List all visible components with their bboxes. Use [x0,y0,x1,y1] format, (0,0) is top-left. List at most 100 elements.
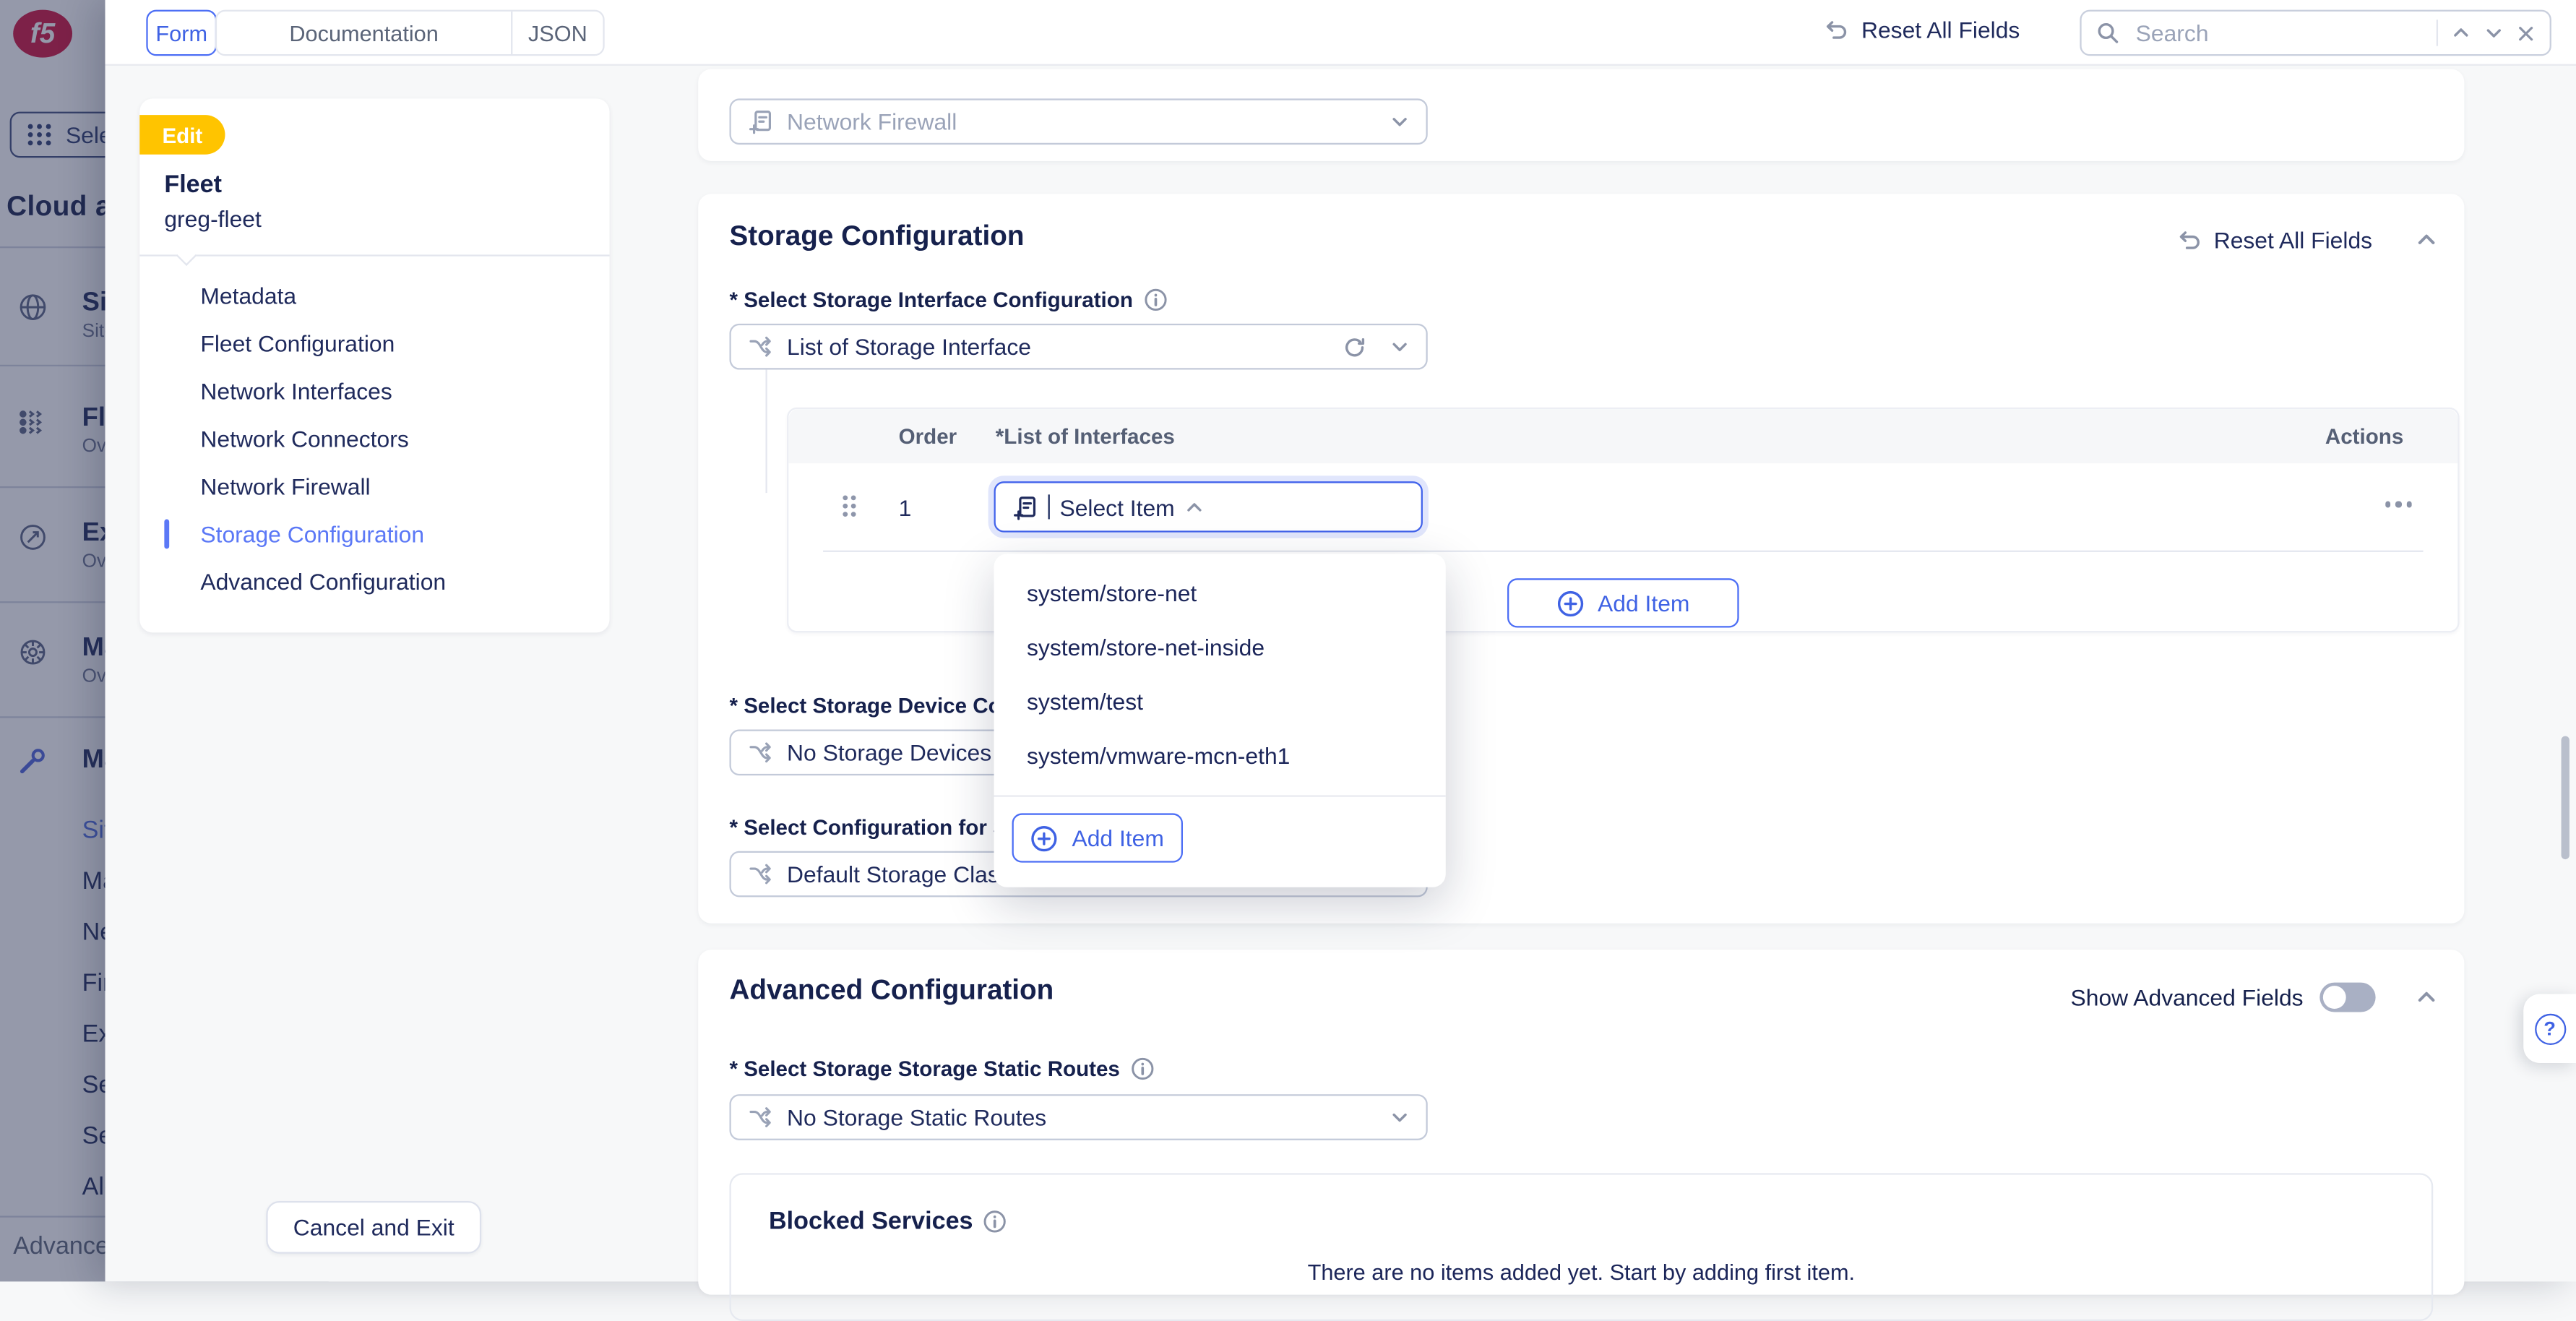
search-input[interactable] [2132,18,2423,48]
column-order: Order [899,424,957,449]
form-nav-advanced-configuration[interactable]: Advanced Configuration [200,569,446,595]
one-of-branch-icon [747,739,773,765]
table-header: Order *List of Interfaces Actions [788,409,2457,463]
interface-config-label-row: * Select Storage Interface Configuration [729,288,1167,312]
device-config-label: * Select Storage Device Con [729,693,1014,718]
active-item-bar [164,519,169,548]
menu-option[interactable]: system/store-net [994,565,1446,619]
interface-config-label: * Select Storage Interface Configuration [729,288,1132,312]
info-icon[interactable] [983,1209,1007,1234]
show-advanced-fields-toggle[interactable] [2319,983,2375,1012]
class-config-label: * Select Configuration for St [729,815,1014,840]
search-box [2080,10,2551,56]
divider [994,795,1446,796]
tab-group: Documentation JSON [215,10,605,56]
column-list-of-interfaces: *List of Interfaces [996,424,1175,449]
search-close-icon[interactable] [2517,24,2535,42]
form-nav-card: Edit Fleet greg-fleet Metadata Fleet Con… [139,98,609,632]
storage-reset-label: Reset All Fields [2214,227,2372,253]
blocked-services-panel: Blocked Services There are no items adde… [729,1173,2433,1321]
static-routes-select[interactable]: No Storage Static Routes [729,1094,1427,1140]
plus-circle-icon [1031,824,1059,852]
chevron-down-icon [1390,112,1409,132]
row-order-value: 1 [899,494,912,520]
menu-option[interactable]: system/store-net-inside [994,619,1446,674]
reset-all-fields-label: Reset All Fields [1861,17,2020,43]
one-of-branch-icon [747,334,773,360]
advanced-section-title: Advanced Configuration [729,974,1054,1007]
form-nav-network-connectors[interactable]: Network Connectors [200,426,408,452]
undo-icon [2176,227,2202,253]
divider [139,254,609,256]
blocked-services-title: Blocked Services [769,1208,973,1236]
interface-config-value: List of Storage Interface [787,334,1329,360]
advanced-configuration-card: Advanced Configuration Show Advanced Fie… [698,950,2464,1294]
form-nav-network-interfaces[interactable]: Network Interfaces [200,378,392,404]
chevron-up-icon [1184,497,1204,517]
menu-add-item-label: Add Item [1072,825,1163,851]
advanced-header-actions: Show Advanced Fields [2071,983,2438,1012]
help-fab[interactable]: ? [2523,994,2576,1063]
blocked-services-title-row: Blocked Services [769,1208,1007,1236]
divider [2437,20,2438,46]
network-firewall-select[interactable]: Network Firewall [729,98,1427,145]
refresh-icon[interactable] [1343,335,1367,359]
select-item-placeholder: Select Item [1059,494,1174,520]
form-nav-storage-configuration[interactable]: Storage Configuration [200,521,424,547]
search-next-icon[interactable] [2484,23,2504,43]
form-nav-fleet-configuration[interactable]: Fleet Configuration [200,330,395,356]
search-icon [2096,22,2119,45]
storage-section-title: Storage Configuration [729,220,1024,253]
storage-configuration-card: Storage Configuration Reset All Fields *… [698,194,2464,923]
storage-reset-all-fields-button[interactable]: Reset All Fields [2176,227,2372,253]
one-of-branch-icon [747,1104,773,1130]
one-of-branch-icon [747,861,773,887]
app-stage: f5 Sele Cloud a Sites Site M Flee Overv … [0,0,2576,1282]
tree-connector-line [765,370,767,494]
select-item-combobox[interactable]: Select Item [994,481,1423,532]
tab-json[interactable]: JSON [512,12,603,54]
form-nav-network-firewall[interactable]: Network Firewall [200,473,370,499]
tab-documentation[interactable]: Documentation [217,12,511,54]
object-type: Fleet [164,171,222,199]
static-routes-label-row: * Select Storage Storage Static Routes [729,1057,1154,1081]
class-config-label-row: * Select Configuration for St [729,815,1014,840]
toggle-knob [2323,986,2346,1009]
panel-topbar: Form Documentation JSON Reset All Fields [105,0,2576,66]
drag-handle-icon[interactable] [840,493,859,519]
fleet-edit-panel: Form Documentation JSON Reset All Fields [105,0,2576,1282]
network-firewall-card: Network Firewall [698,69,2464,160]
empty-state-text: There are no items added yet. Start by a… [731,1260,2431,1285]
search-prev-icon[interactable] [2451,23,2471,43]
static-routes-value: No Storage Static Routes [787,1104,1377,1130]
device-config-label-row: * Select Storage Device Con [729,693,1014,718]
collapse-section-icon[interactable] [2415,228,2438,251]
show-advanced-fields-label: Show Advanced Fields [2071,984,2304,1010]
add-item-button[interactable]: Add Item [1507,578,1739,627]
interface-config-select[interactable]: List of Storage Interface [729,324,1427,370]
storage-header-actions: Reset All Fields [2176,227,2438,253]
menu-add-item-button[interactable]: Add Item [1012,813,1183,862]
text-caret [1048,494,1050,519]
cancel-and-exit-button[interactable]: Cancel and Exit [266,1201,481,1254]
select-item-dropdown-menu: system/store-net system/store-net-inside… [994,554,1446,887]
form-item-icon [1012,494,1038,520]
vertical-scrollbar[interactable] [2562,736,2569,860]
column-actions: Actions [2325,424,2403,449]
form-nav-metadata[interactable]: Metadata [200,283,296,309]
row-actions-menu-icon[interactable] [2385,501,2412,507]
question-mark-icon: ? [2534,1013,2565,1044]
reset-all-fields-button[interactable]: Reset All Fields [1824,17,2020,43]
collapse-section-icon[interactable] [2415,986,2438,1009]
divider [823,551,2423,552]
menu-option[interactable]: system/vmware-mcn-eth1 [994,728,1446,782]
info-icon[interactable] [1143,288,1168,312]
edit-badge: Edit [139,115,225,155]
plus-circle-icon [1556,589,1585,617]
tab-form[interactable]: Form [146,10,217,56]
collapse-notch-icon [176,245,197,266]
network-firewall-placeholder: Network Firewall [787,108,1377,134]
menu-option[interactable]: system/test [994,674,1446,728]
undo-icon [1824,17,1850,43]
info-icon[interactable] [1130,1057,1155,1081]
